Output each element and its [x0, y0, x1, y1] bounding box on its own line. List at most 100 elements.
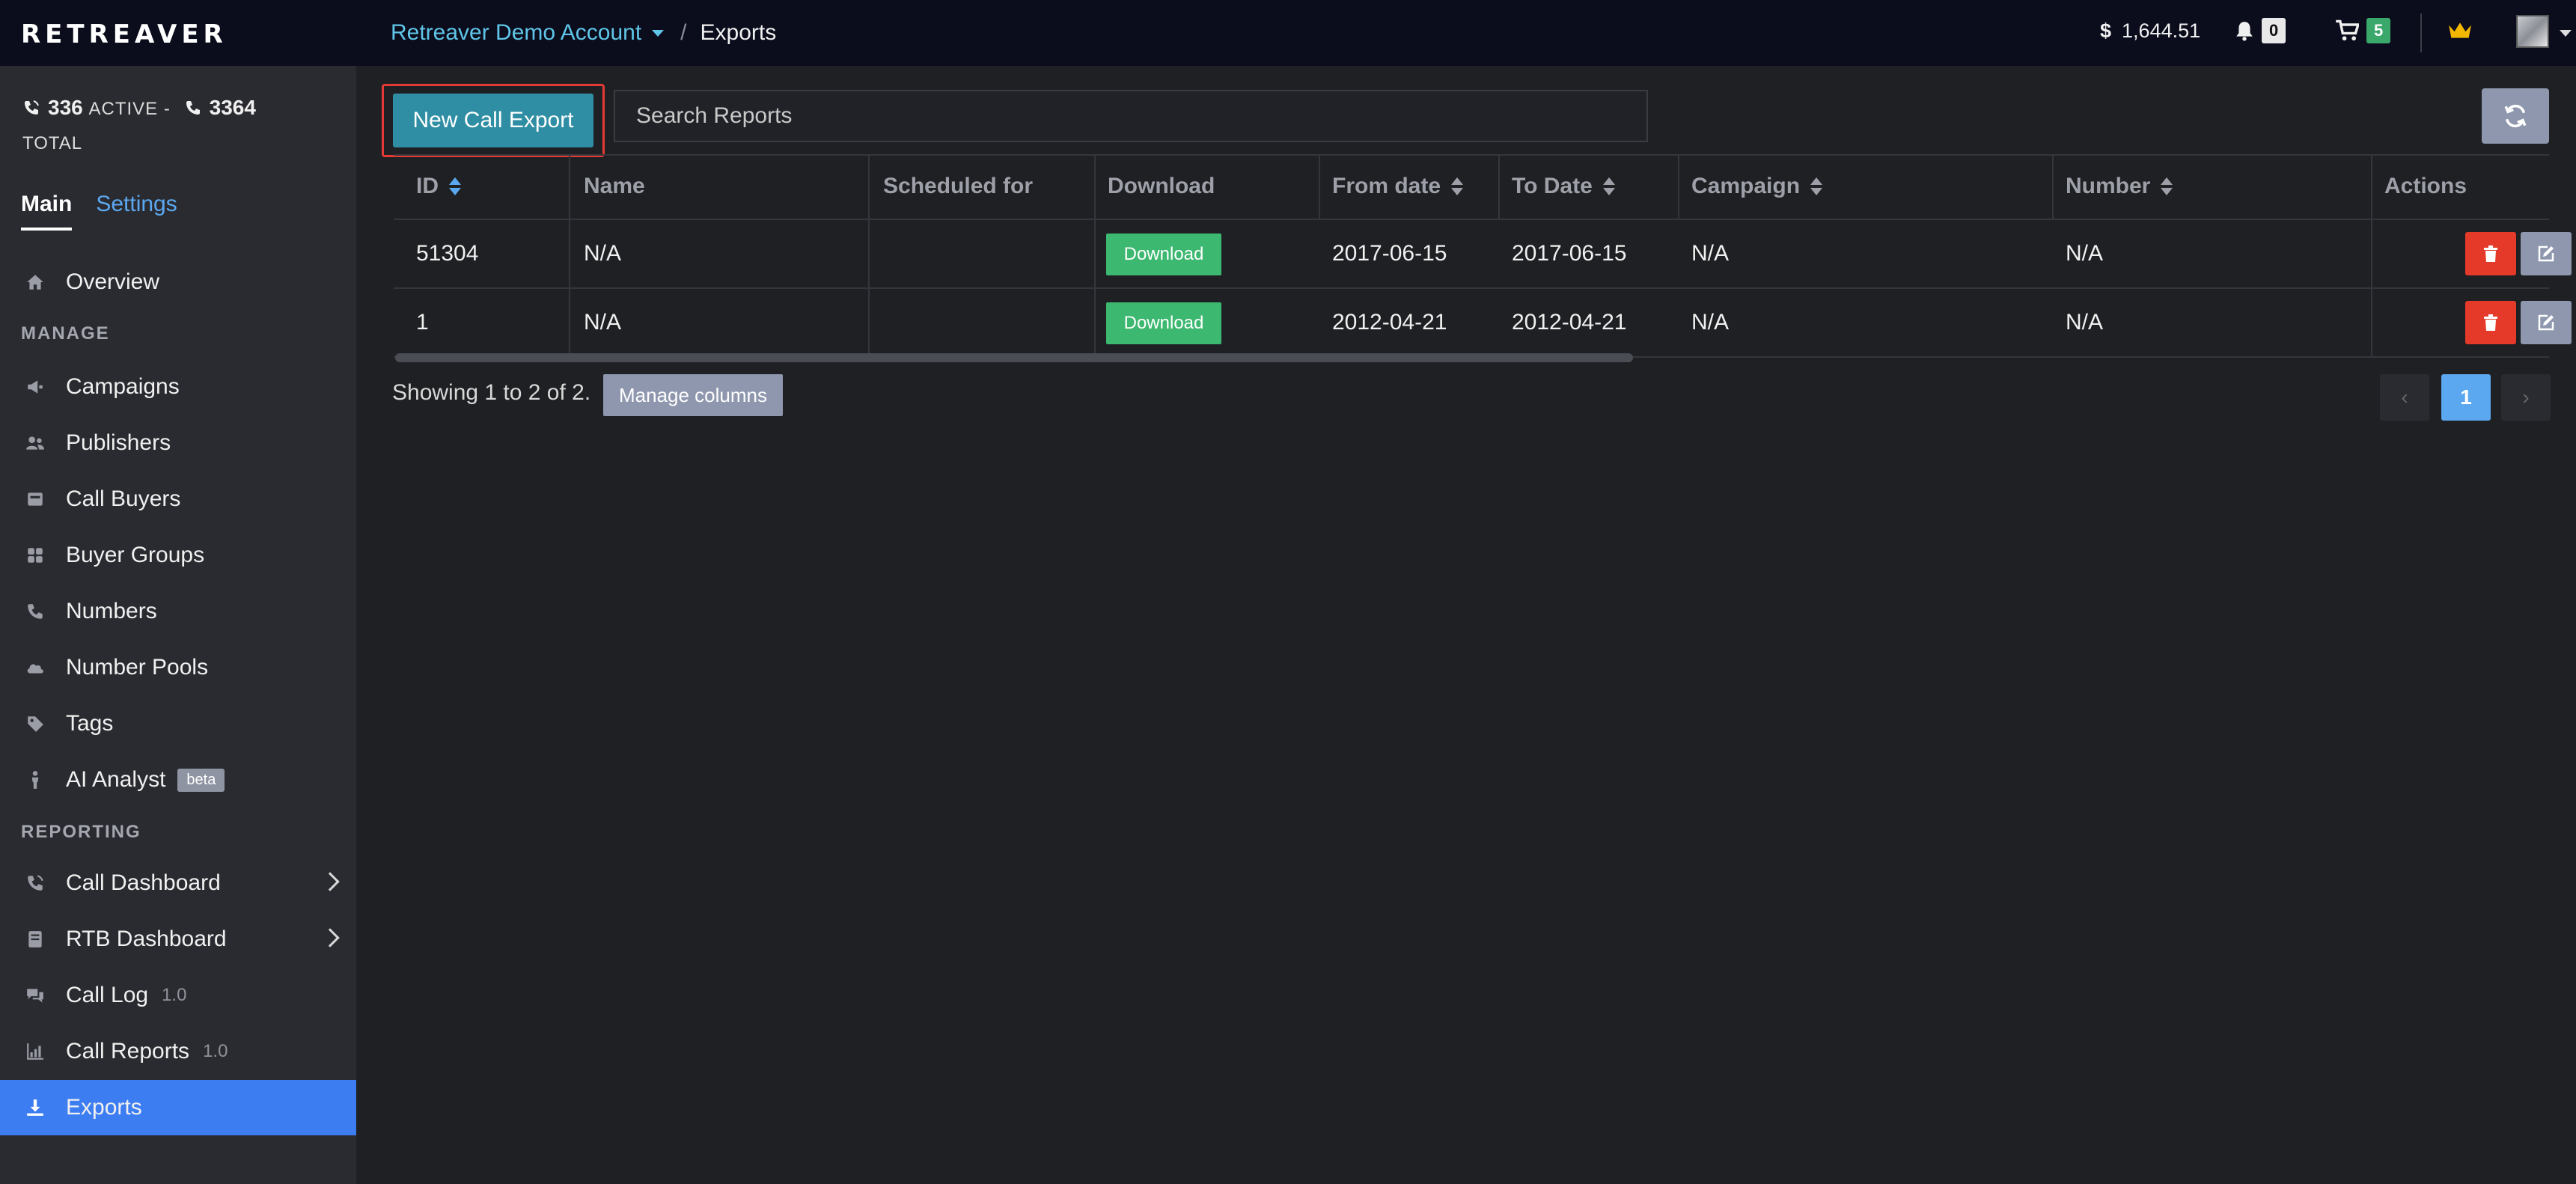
header-name: Name [584, 174, 645, 198]
sidebar-item-call-reports[interactable]: Call Reports 1.0 [0, 1024, 356, 1079]
sidebar-item-number-pools[interactable]: Number Pools [0, 640, 356, 695]
table-row: 1 N/A Download 2012-04-21 2012-04-21 N/A… [394, 289, 2572, 358]
sidebar-item-tags[interactable]: Tags [0, 696, 356, 751]
bell-icon[interactable] [2235, 19, 2254, 42]
header-campaign[interactable]: Campaign [1691, 174, 1823, 199]
sidebar-item-overview[interactable]: Overview [0, 254, 356, 310]
cell-id: 1 [416, 310, 429, 335]
home-icon [27, 275, 43, 290]
sidebar-item-label: RTB Dashboard [66, 927, 227, 951]
chevron-down-icon[interactable] [2560, 30, 2572, 37]
active-calls-label: ACTIVE - [88, 99, 171, 119]
trash-icon [2484, 245, 2497, 262]
top-bar: RETREAVER Retreaver Demo Account / Expor… [0, 0, 2576, 66]
sidebar-item-label: Numbers [66, 599, 157, 623]
currency-symbol: $ [2100, 19, 2112, 42]
sidebar-item-label: Exports [66, 1095, 142, 1120]
next-page-button[interactable]: › [2501, 374, 2551, 421]
chevron-down-icon[interactable] [652, 29, 665, 37]
sidebar-item-label: AI Analyst [66, 767, 166, 792]
sidebar-item-campaigns[interactable]: Campaigns [0, 359, 356, 415]
header-actions: Actions [2384, 174, 2467, 198]
refresh-button[interactable] [2482, 88, 2549, 144]
breadcrumb: Retreaver Demo Account / Exports [391, 0, 776, 66]
cart-icon[interactable] [2335, 19, 2359, 42]
breadcrumb-separator: / [680, 20, 687, 45]
tab-settings[interactable]: Settings [96, 192, 177, 231]
sidebar-item-numbers[interactable]: Numbers [0, 584, 356, 639]
sidebar-item-label: Number Pools [66, 655, 209, 680]
person-icon [31, 771, 39, 789]
cell-from-date: 2017-06-15 [1332, 241, 1447, 266]
sort-icon[interactable] [449, 177, 461, 197]
account-switcher[interactable]: Retreaver Demo Account [391, 20, 641, 46]
sidebar-item-label: Call Reports [66, 1039, 190, 1064]
sidebar-item-label: Campaigns [66, 374, 180, 399]
header-number[interactable]: Number [2066, 174, 2173, 199]
chevron-right-icon[interactable] [320, 928, 340, 947]
sidebar-item-label: Call Dashboard [66, 870, 221, 895]
sort-icon[interactable] [1810, 177, 1823, 197]
table-row: 51304 N/A Download 2017-06-15 2017-06-15… [394, 220, 2572, 289]
megaphone-icon [28, 380, 43, 394]
active-calls-count: 336 [48, 96, 83, 119]
sidebar-item-buyer-groups[interactable]: Buyer Groups [0, 528, 356, 583]
sidebar-item-label: Tags [66, 711, 114, 736]
manage-columns-button[interactable]: Manage columns [603, 374, 783, 416]
phone-volume-icon [28, 875, 43, 891]
search-reports-input[interactable] [614, 90, 1648, 142]
sidebar-item-rtb-dashboard[interactable]: RTB Dashboard [0, 912, 356, 967]
cart-count-badge[interactable]: 5 [2366, 18, 2391, 43]
edit-button[interactable] [2521, 232, 2572, 275]
sort-icon[interactable] [1602, 177, 1615, 197]
beta-badge: beta [177, 768, 225, 792]
phone-volume-icon [25, 100, 39, 115]
sidebar: 336 ACTIVE - 3364 TOTAL Main Settings Ov… [0, 66, 356, 1184]
manage-section-heading: MANAGE [21, 323, 110, 344]
download-button[interactable]: Download [1106, 302, 1221, 344]
reporting-section-heading: REPORTING [21, 822, 141, 842]
user-avatar[interactable] [2516, 15, 2549, 48]
header-from-date[interactable]: From date [1332, 174, 1464, 199]
phone-icon [28, 604, 43, 619]
sidebar-item-call-dashboard[interactable]: Call Dashboard [0, 855, 356, 911]
version-label: 1.0 [203, 1041, 228, 1061]
crown-icon[interactable] [2447, 19, 2473, 42]
sidebar-item-label: Call Log [66, 983, 149, 1007]
header-id[interactable]: ID [416, 174, 461, 199]
horizontal-scrollbar[interactable] [395, 353, 1633, 362]
edit-button[interactable] [2521, 301, 2572, 344]
cell-id: 51304 [416, 241, 479, 266]
sort-icon[interactable] [2161, 177, 2173, 197]
new-call-export-button[interactable]: New Call Export [393, 94, 593, 147]
cell-campaign: N/A [1691, 241, 1730, 266]
sidebar-item-call-log[interactable]: Call Log 1.0 [0, 968, 356, 1023]
retreaver-logo[interactable]: RETREAVER [21, 19, 228, 49]
cell-from-date: 2012-04-21 [1332, 310, 1447, 335]
chevron-right-icon[interactable] [320, 872, 340, 891]
sidebar-item-publishers[interactable]: Publishers [0, 415, 356, 471]
previous-page-button[interactable]: ‹ [2380, 374, 2429, 421]
delete-button[interactable] [2465, 232, 2516, 275]
header-to-date[interactable]: To Date [1512, 174, 1615, 199]
download-icon [27, 1099, 43, 1116]
sidebar-item-exports[interactable]: Exports [0, 1080, 356, 1135]
total-calls-label: TOTAL [22, 133, 83, 153]
trash-icon [2484, 314, 2497, 331]
download-button[interactable]: Download [1106, 234, 1221, 275]
cloud-icon [27, 664, 43, 674]
sidebar-tabs: Main Settings [21, 192, 201, 231]
tab-main[interactable]: Main [21, 192, 73, 231]
header-scheduled-for: Scheduled for [883, 174, 1034, 198]
delete-button[interactable] [2465, 301, 2516, 344]
pagination-summary: Showing 1 to 2 of 2. [392, 380, 591, 405]
users-icon [26, 436, 44, 450]
phone-icon [186, 101, 200, 115]
account-balance[interactable]: $1,644.51 [2100, 19, 2200, 43]
sidebar-item-call-buyers[interactable]: Call Buyers [0, 472, 356, 527]
page-1-button[interactable]: 1 [2441, 374, 2491, 421]
sidebar-item-label: Publishers [66, 430, 171, 455]
sort-icon[interactable] [1451, 177, 1464, 197]
sidebar-item-ai-analyst[interactable]: AI Analyst beta [0, 752, 356, 808]
notifications-count-badge[interactable]: 0 [2262, 18, 2286, 43]
